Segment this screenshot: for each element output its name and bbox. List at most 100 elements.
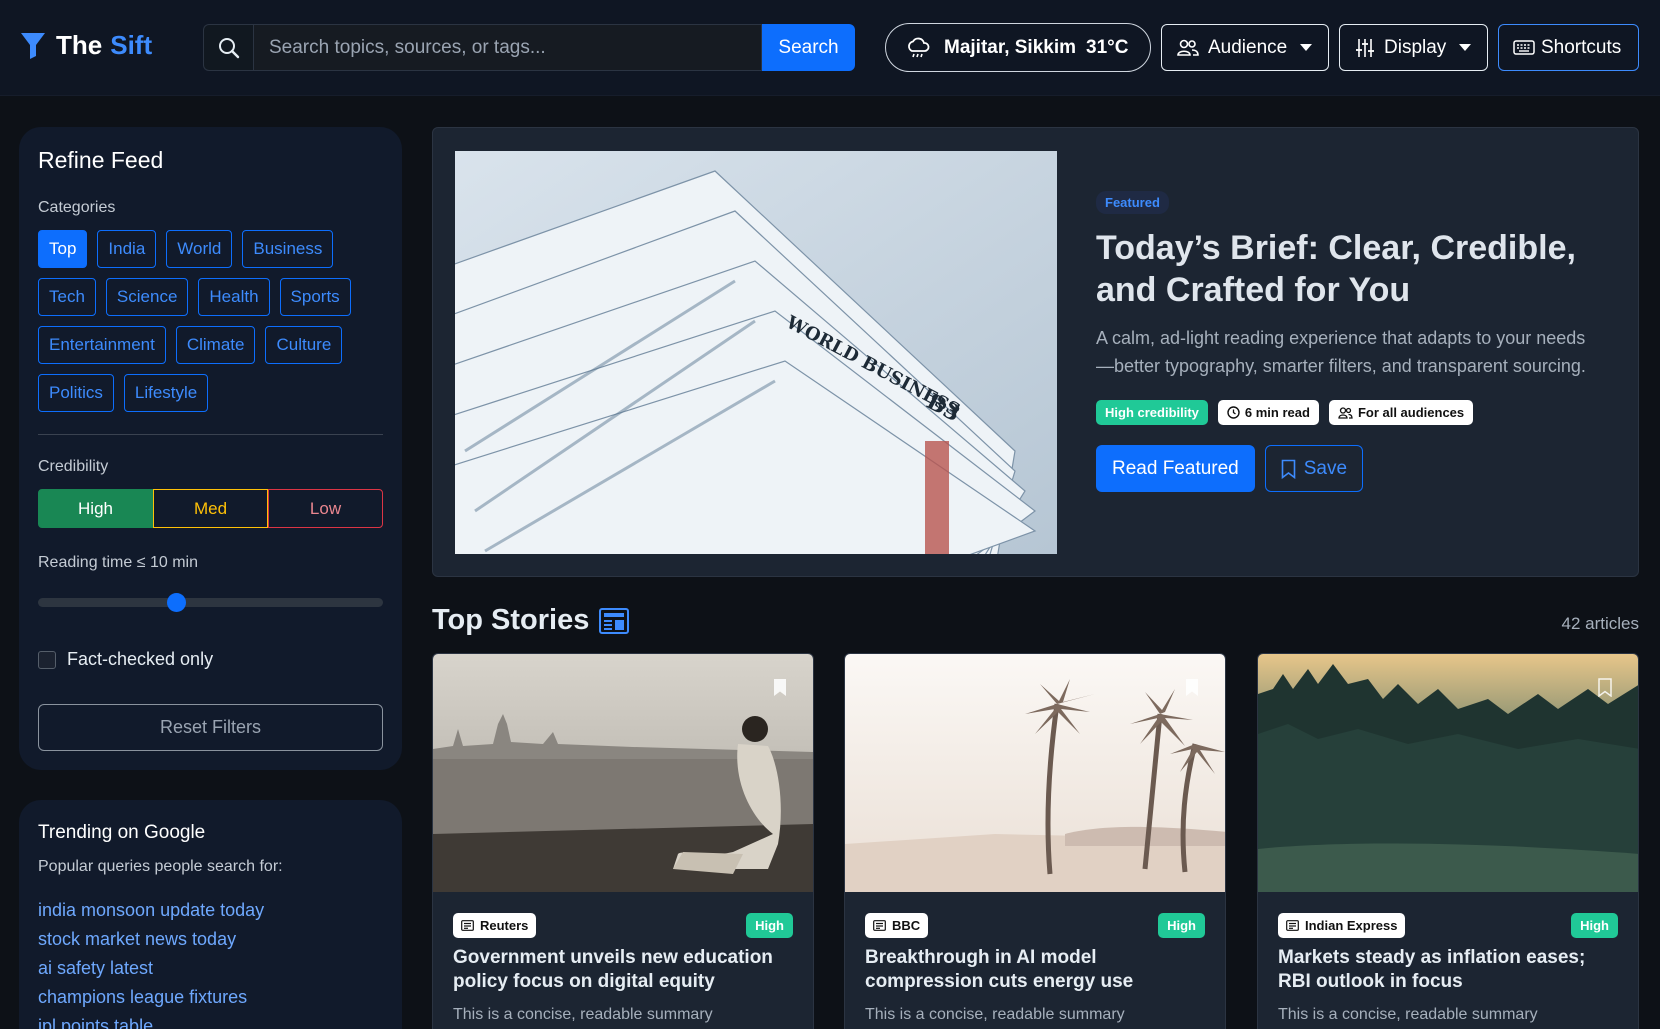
top-navbar: The Sift Search Majitar, Sikkim 31°C Aud… — [0, 0, 1660, 96]
category-chip-entertainment[interactable]: Entertainment — [38, 326, 166, 364]
credibility-label: Credibility — [38, 458, 109, 475]
shortcuts-label: Shortcuts — [1541, 36, 1622, 58]
hero-content: Featured Today’s Brief: Clear, Credible,… — [1096, 191, 1596, 492]
reading-time-slider[interactable] — [38, 593, 383, 612]
story-title[interactable]: Markets steady as inflation eases; RBI o… — [1278, 946, 1618, 994]
fact-checked-label: Fact-checked only — [67, 649, 214, 669]
credibility-low-button[interactable]: Low — [268, 489, 383, 528]
weather-location: Majitar, Sikkim — [944, 36, 1077, 58]
category-chip-science[interactable]: Science — [105, 278, 189, 316]
save-label: Save — [1303, 457, 1348, 479]
category-chip-climate[interactable]: Climate — [175, 326, 256, 364]
audience-badge: For all audiences — [1328, 400, 1474, 425]
category-chip-world[interactable]: World — [166, 230, 233, 268]
top-stories-title: Top Stories — [432, 604, 590, 636]
brand-sift: Sift — [110, 30, 153, 60]
featured-hero-card: WORLD BUSINESS B3 Featured Today’s Brief… — [432, 127, 1639, 577]
trending-title: Trending on Google — [38, 822, 206, 843]
category-chip-top[interactable]: Top — [38, 230, 88, 268]
category-chip-politics[interactable]: Politics — [38, 374, 114, 412]
refine-feed-panel: Refine Feed Categories Top India World B… — [19, 127, 402, 770]
divider — [38, 434, 383, 435]
category-chips: Top India World Business Tech Science He… — [38, 230, 383, 412]
bookmark-icon[interactable] — [1185, 678, 1199, 697]
read-time-text: 6 min read — [1244, 405, 1310, 420]
bookmark-icon[interactable] — [1598, 678, 1612, 697]
audience-text: For all audiences — [1357, 405, 1465, 420]
chevron-down-icon — [1459, 44, 1472, 51]
display-label: Display — [1384, 36, 1447, 58]
trending-panel: Trending on Google Popular queries peopl… — [19, 800, 402, 1029]
sliders-icon — [1356, 38, 1374, 57]
read-time-badge: 6 min read — [1217, 400, 1319, 425]
trending-link[interactable]: champions league fixtures — [38, 987, 383, 1016]
category-chip-tech[interactable]: Tech — [38, 278, 96, 316]
save-button[interactable]: Save — [1264, 445, 1364, 492]
newspaper-icon — [461, 920, 474, 931]
chevron-down-icon — [1300, 44, 1313, 51]
brand-the: The — [56, 30, 103, 60]
brand[interactable]: The Sift — [20, 30, 152, 61]
category-chip-lifestyle[interactable]: Lifestyle — [123, 374, 209, 412]
story-summary: This is a concise, readable summary — [865, 1006, 1125, 1023]
story-image — [1258, 654, 1638, 892]
people-icon — [1338, 406, 1353, 419]
display-dropdown[interactable]: Display — [1339, 24, 1488, 71]
search-icon — [203, 24, 253, 71]
newspaper-icon — [873, 920, 886, 931]
story-summary: This is a concise, readable summary — [1278, 1006, 1538, 1023]
newspaper-icon — [599, 607, 630, 634]
weather-widget[interactable]: Majitar, Sikkim 31°C — [885, 23, 1151, 72]
people-icon — [1177, 39, 1199, 56]
trending-link[interactable]: india monsoon update today — [38, 900, 383, 929]
slider-thumb[interactable] — [166, 593, 186, 612]
clock-icon — [1227, 406, 1240, 419]
trending-list: india monsoon update today stock market … — [38, 900, 383, 1029]
story-title[interactable]: Breakthrough in AI model compression cut… — [865, 946, 1205, 994]
story-card[interactable]: BBC High Breakthrough in AI model compre… — [844, 653, 1226, 1029]
source-badge: BBC — [865, 913, 929, 938]
search-bar: Search — [203, 24, 855, 71]
bookmark-icon[interactable] — [773, 678, 787, 697]
credibility-badge: High credibility — [1096, 400, 1208, 425]
fact-checked-toggle[interactable]: Fact-checked only — [38, 649, 213, 670]
story-summary: This is a concise, readable summary — [453, 1006, 713, 1023]
reset-filters-button[interactable]: Reset Filters — [38, 704, 383, 751]
weather-temp: 31°C — [1086, 36, 1129, 58]
cloud-rain-icon — [908, 37, 930, 57]
shortcuts-button[interactable]: Shortcuts — [1498, 24, 1639, 71]
search-input[interactable] — [253, 24, 762, 71]
source-badge: Indian Express — [1278, 913, 1406, 938]
search-button[interactable]: Search — [762, 24, 855, 71]
categories-label: Categories — [38, 199, 116, 216]
hero-meta: High credibility 6 min read For all audi… — [1096, 400, 1596, 425]
credibility-med-button[interactable]: Med — [153, 489, 268, 528]
credibility-toggle-group: High Med Low — [38, 489, 383, 528]
trending-link[interactable]: ai safety latest — [38, 958, 383, 987]
category-chip-health[interactable]: Health — [198, 278, 270, 316]
featured-badge: Featured — [1096, 191, 1169, 214]
trending-link[interactable]: ipl points table — [38, 1016, 383, 1029]
category-chip-business[interactable]: Business — [242, 230, 334, 268]
category-chip-india[interactable]: India — [97, 230, 157, 268]
story-card[interactable]: Reuters High Government unveils new educ… — [432, 653, 814, 1029]
category-chip-sports[interactable]: Sports — [279, 278, 351, 316]
panel-title: Refine Feed — [38, 147, 164, 173]
credibility-level-badge: High — [1158, 913, 1205, 938]
fact-checked-checkbox[interactable] — [38, 650, 56, 669]
hero-title[interactable]: Today’s Brief: Clear, Credible, and Craf… — [1096, 227, 1596, 311]
credibility-level-badge: High — [1571, 913, 1618, 938]
category-chip-culture[interactable]: Culture — [265, 326, 343, 364]
source-badge: Reuters — [453, 913, 537, 938]
top-stories-heading: Top Stories — [432, 604, 630, 637]
story-title[interactable]: Government unveils new education policy … — [453, 946, 793, 994]
keyboard-icon — [1513, 40, 1535, 55]
source-name: Indian Express — [1305, 918, 1398, 933]
credibility-high-button[interactable]: High — [38, 489, 153, 528]
read-featured-button[interactable]: Read Featured — [1096, 445, 1255, 492]
trending-subtitle: Popular queries people search for: — [38, 858, 283, 875]
story-card[interactable]: Indian Express High Markets steady as in… — [1257, 653, 1639, 1029]
story-image — [433, 654, 813, 892]
audience-dropdown[interactable]: Audience — [1161, 24, 1329, 71]
trending-link[interactable]: stock market news today — [38, 929, 383, 958]
